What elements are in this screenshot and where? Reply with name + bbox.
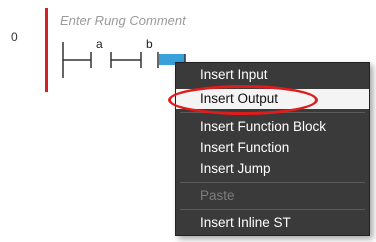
contact-b[interactable]: b [140, 37, 153, 68]
menu-item-insert-inline-st[interactable]: Insert Inline ST [176, 213, 369, 233]
contact-a-label: a [96, 37, 103, 51]
menu-separator [180, 112, 365, 113]
menu-item-paste: Paste [200, 188, 235, 203]
menu-item-insert-function[interactable]: Insert Function [176, 138, 369, 158]
menu-item-insert-output[interactable]: Insert Output [176, 89, 369, 109]
menu-item-insert-input[interactable]: Insert Input [176, 65, 369, 85]
menu-separator [180, 182, 365, 183]
menu-separator [180, 209, 365, 210]
menu-item-insert-jump[interactable]: Insert Jump [176, 159, 369, 179]
contact-b-label: b [146, 37, 153, 51]
left-power-rail [45, 8, 48, 92]
ladder-editor: 0 Enter Rung Comment a b Insert Input In… [0, 0, 376, 242]
context-menu: Insert Input Insert Output Insert Functi… [175, 62, 370, 236]
rung-number: 0 [11, 30, 18, 44]
rung-comment-field[interactable]: Enter Rung Comment [60, 13, 186, 28]
contact-a[interactable]: a [90, 37, 103, 68]
menu-item-insert-function-block[interactable]: Insert Function Block [176, 117, 369, 137]
